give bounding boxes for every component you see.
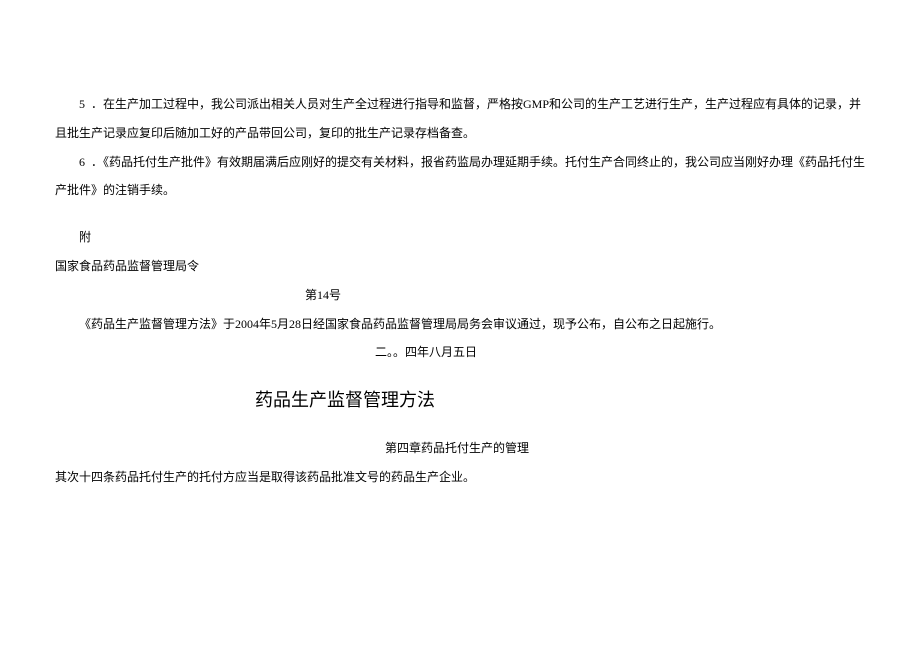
item-text-5: ．在生产加工过程中，我公司派出相关人员对生产全过程进行指导和监督，严格按GMP和… <box>55 97 861 140</box>
order-title: 国家食品药品监督管理局令 <box>55 252 865 281</box>
date-line: 二。。四年八月五日 <box>55 338 865 367</box>
item-number-6: 6 <box>79 155 85 169</box>
order-number: 第14号 <box>55 281 865 310</box>
item-text-6: ．《药品托付生产批件》有效期届满后应刚好的提交有关材料，报省药监局办理延期手续。… <box>55 155 865 198</box>
main-title: 药品生产监督管理方法 <box>55 379 865 422</box>
list-item-5: 5．在生产加工过程中，我公司派出相关人员对生产全过程进行指导和监督，严格按GMP… <box>55 90 865 148</box>
announcement-text: 《药品生产监督管理方法》于2004年5月28日经国家食品药品监督管理局局务会审议… <box>55 310 865 339</box>
item-number-5: 5 <box>79 97 85 111</box>
article-14: 其次十四条药品托付生产的托付方应当是取得该药品批准文号的药品生产企业。 <box>55 463 865 492</box>
appendix-label: 附 <box>55 223 865 252</box>
chapter-heading: 第四章药品托付生产的管理 <box>55 434 865 463</box>
list-item-6: 6．《药品托付生产批件》有效期届满后应刚好的提交有关材料，报省药监局办理延期手续… <box>55 148 865 206</box>
